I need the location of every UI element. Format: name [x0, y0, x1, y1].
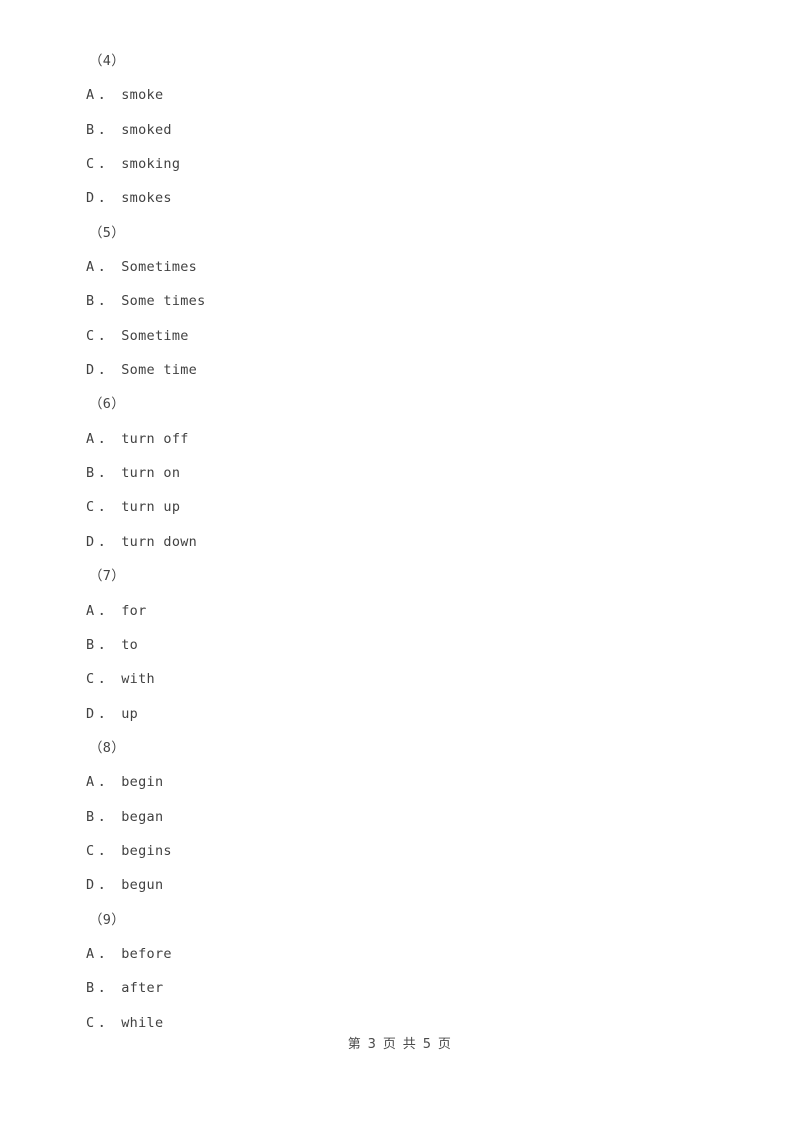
option-separator: ． — [98, 499, 113, 516]
option-letter: D — [86, 533, 95, 550]
answer-option[interactable]: C ． with — [86, 662, 746, 696]
answer-option[interactable]: C ． smoking — [86, 147, 746, 181]
option-separator: ． — [98, 705, 113, 722]
option-text: begun — [121, 877, 164, 894]
option-text: to — [121, 636, 139, 653]
answer-option[interactable]: A ． Sometimes — [86, 250, 746, 284]
answer-option[interactable]: A ． for — [86, 594, 746, 628]
answer-option[interactable]: C ． begins — [86, 834, 746, 868]
answer-option[interactable]: C ． Sometime — [86, 319, 746, 353]
option-text: begins — [121, 842, 172, 859]
option-separator: ． — [98, 327, 113, 344]
option-text: turn down — [121, 533, 198, 550]
page-footer: 第 3 页 共 5 页 — [347, 1037, 453, 1052]
option-text: turn on — [121, 465, 181, 482]
option-letter: C — [86, 499, 95, 516]
option-separator: ． — [98, 636, 113, 653]
option-separator: ． — [98, 671, 113, 688]
option-separator: ． — [98, 190, 113, 207]
option-letter: B — [86, 465, 95, 482]
question-number: （8） — [89, 739, 126, 756]
question-list: （4） A ． smoke B ． smoked C ． smoking D ． smokes （5） A ．… — [86, 44, 746, 1040]
option-letter: B — [86, 636, 95, 653]
option-text: began — [121, 808, 164, 825]
option-text: smoke — [121, 87, 164, 104]
answer-option[interactable]: B ． turn on — [86, 456, 746, 490]
option-separator: ． — [98, 465, 113, 482]
option-text: before — [121, 945, 172, 962]
option-separator: ． — [98, 808, 113, 825]
option-text: turn off — [121, 430, 189, 447]
option-letter: D — [86, 190, 95, 207]
option-text: smoking — [121, 156, 181, 173]
answer-option[interactable]: A ． turn off — [86, 422, 746, 456]
answer-option[interactable]: D ． up — [86, 697, 746, 731]
option-letter: D — [86, 362, 95, 379]
answer-option[interactable]: B ． smoked — [86, 113, 746, 147]
option-letter: A — [86, 774, 95, 791]
option-letter: C — [86, 327, 95, 344]
question-number: （4） — [89, 53, 126, 69]
answer-option[interactable]: A ． before — [86, 937, 746, 971]
option-separator: ． — [98, 156, 113, 173]
option-text: begin — [121, 774, 164, 791]
option-text: with — [121, 671, 155, 688]
option-text: Sometimes — [121, 259, 198, 276]
answer-option[interactable]: B ． began — [86, 800, 746, 834]
option-letter: A — [86, 945, 95, 962]
option-letter: C — [86, 671, 95, 688]
option-letter: C — [86, 156, 95, 173]
option-letter: B — [86, 808, 95, 825]
option-separator: ． — [98, 259, 113, 276]
option-separator: ． — [98, 293, 113, 310]
option-letter: A — [86, 430, 95, 447]
answer-option[interactable]: D ． begun — [86, 868, 746, 902]
option-letter: B — [86, 980, 95, 997]
option-text: smokes — [121, 190, 172, 207]
option-text: Some time — [121, 362, 198, 379]
answer-option[interactable]: A ． begin — [86, 765, 746, 799]
answer-option[interactable]: B ． after — [86, 971, 746, 1005]
option-text: Some times — [121, 293, 206, 310]
option-letter: D — [86, 705, 95, 722]
option-separator: ． — [98, 430, 113, 447]
option-separator: ． — [98, 945, 113, 962]
question-number: （7） — [89, 568, 126, 585]
option-separator: ． — [98, 533, 113, 550]
option-letter: D — [86, 877, 95, 894]
option-letter: C — [86, 842, 95, 859]
option-text: for — [121, 602, 147, 619]
option-text: after — [121, 980, 164, 997]
answer-option[interactable]: B ． Some times — [86, 284, 746, 318]
option-text: turn up — [121, 499, 181, 516]
document-page: （4） A ． smoke B ． smoked C ． smoking D ． smokes （5） A ．… — [0, 0, 800, 1132]
option-letter: B — [86, 293, 95, 310]
question-number: （5） — [89, 224, 126, 241]
option-text: up — [121, 705, 139, 722]
option-separator: ． — [98, 121, 113, 138]
option-separator: ． — [98, 602, 113, 619]
answer-option[interactable]: D ． smokes — [86, 181, 746, 215]
option-text: Sometime — [121, 327, 189, 344]
option-letter: B — [86, 121, 95, 138]
option-separator: ． — [98, 362, 113, 379]
answer-option[interactable]: D ． turn down — [86, 525, 746, 559]
option-letter: A — [86, 87, 95, 104]
option-separator: ． — [98, 980, 113, 997]
option-letter: A — [86, 602, 95, 619]
answer-option[interactable]: A ． smoke — [86, 78, 746, 112]
answer-option[interactable]: C ． turn up — [86, 490, 746, 524]
option-separator: ． — [98, 842, 113, 859]
option-separator: ． — [98, 877, 113, 894]
option-separator: ． — [98, 774, 113, 791]
answer-option[interactable]: B ． to — [86, 628, 746, 662]
option-letter: A — [86, 259, 95, 276]
question-number: （6） — [89, 396, 126, 413]
answer-option[interactable]: D ． Some time — [86, 353, 746, 387]
option-separator: ． — [98, 87, 113, 104]
question-number: （9） — [89, 911, 126, 928]
option-text: smoked — [121, 121, 172, 138]
